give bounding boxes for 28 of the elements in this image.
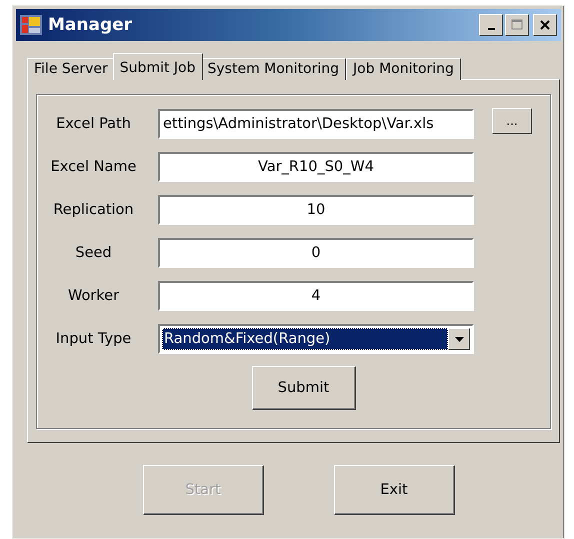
field-label: Input Type <box>54 331 132 347</box>
close-button[interactable] <box>533 14 557 36</box>
app-icon <box>20 15 42 35</box>
dropdown[interactable]: Random&Fixed(Range) <box>158 324 474 354</box>
submit-button[interactable]: Submit <box>252 366 356 410</box>
input-field[interactable]: ettings\Administrator\Desktop\Var.xls <box>158 109 474 139</box>
tab[interactable]: File Server <box>27 58 115 80</box>
close-icon <box>539 19 551 31</box>
field-label: Seed <box>74 245 113 261</box>
field-label: Worker <box>66 288 120 304</box>
browse-button[interactable]: ... <box>492 108 532 134</box>
action-button[interactable]: Exit <box>334 465 454 515</box>
input-field[interactable]: 10 <box>158 195 474 225</box>
maximize-button[interactable] <box>505 14 529 36</box>
input-field[interactable]: 4 <box>158 281 474 311</box>
field-label: Excel Path <box>55 116 132 132</box>
input-field[interactable]: Var_R10_S0_W4 <box>158 152 474 182</box>
field-label: Excel Name <box>50 159 138 175</box>
input-field[interactable]: 0 <box>158 238 474 268</box>
tab[interactable]: Job Monitoring <box>346 58 461 80</box>
tab[interactable]: Submit Job <box>112 53 202 80</box>
caret-icon <box>454 336 464 342</box>
tab[interactable]: System Monitoring <box>200 58 346 80</box>
minimize-button[interactable] <box>479 14 503 36</box>
maximize-icon <box>511 19 523 31</box>
window-title: Manager <box>48 15 134 35</box>
minimize-icon <box>488 28 494 30</box>
field-label: Replication <box>52 202 135 218</box>
